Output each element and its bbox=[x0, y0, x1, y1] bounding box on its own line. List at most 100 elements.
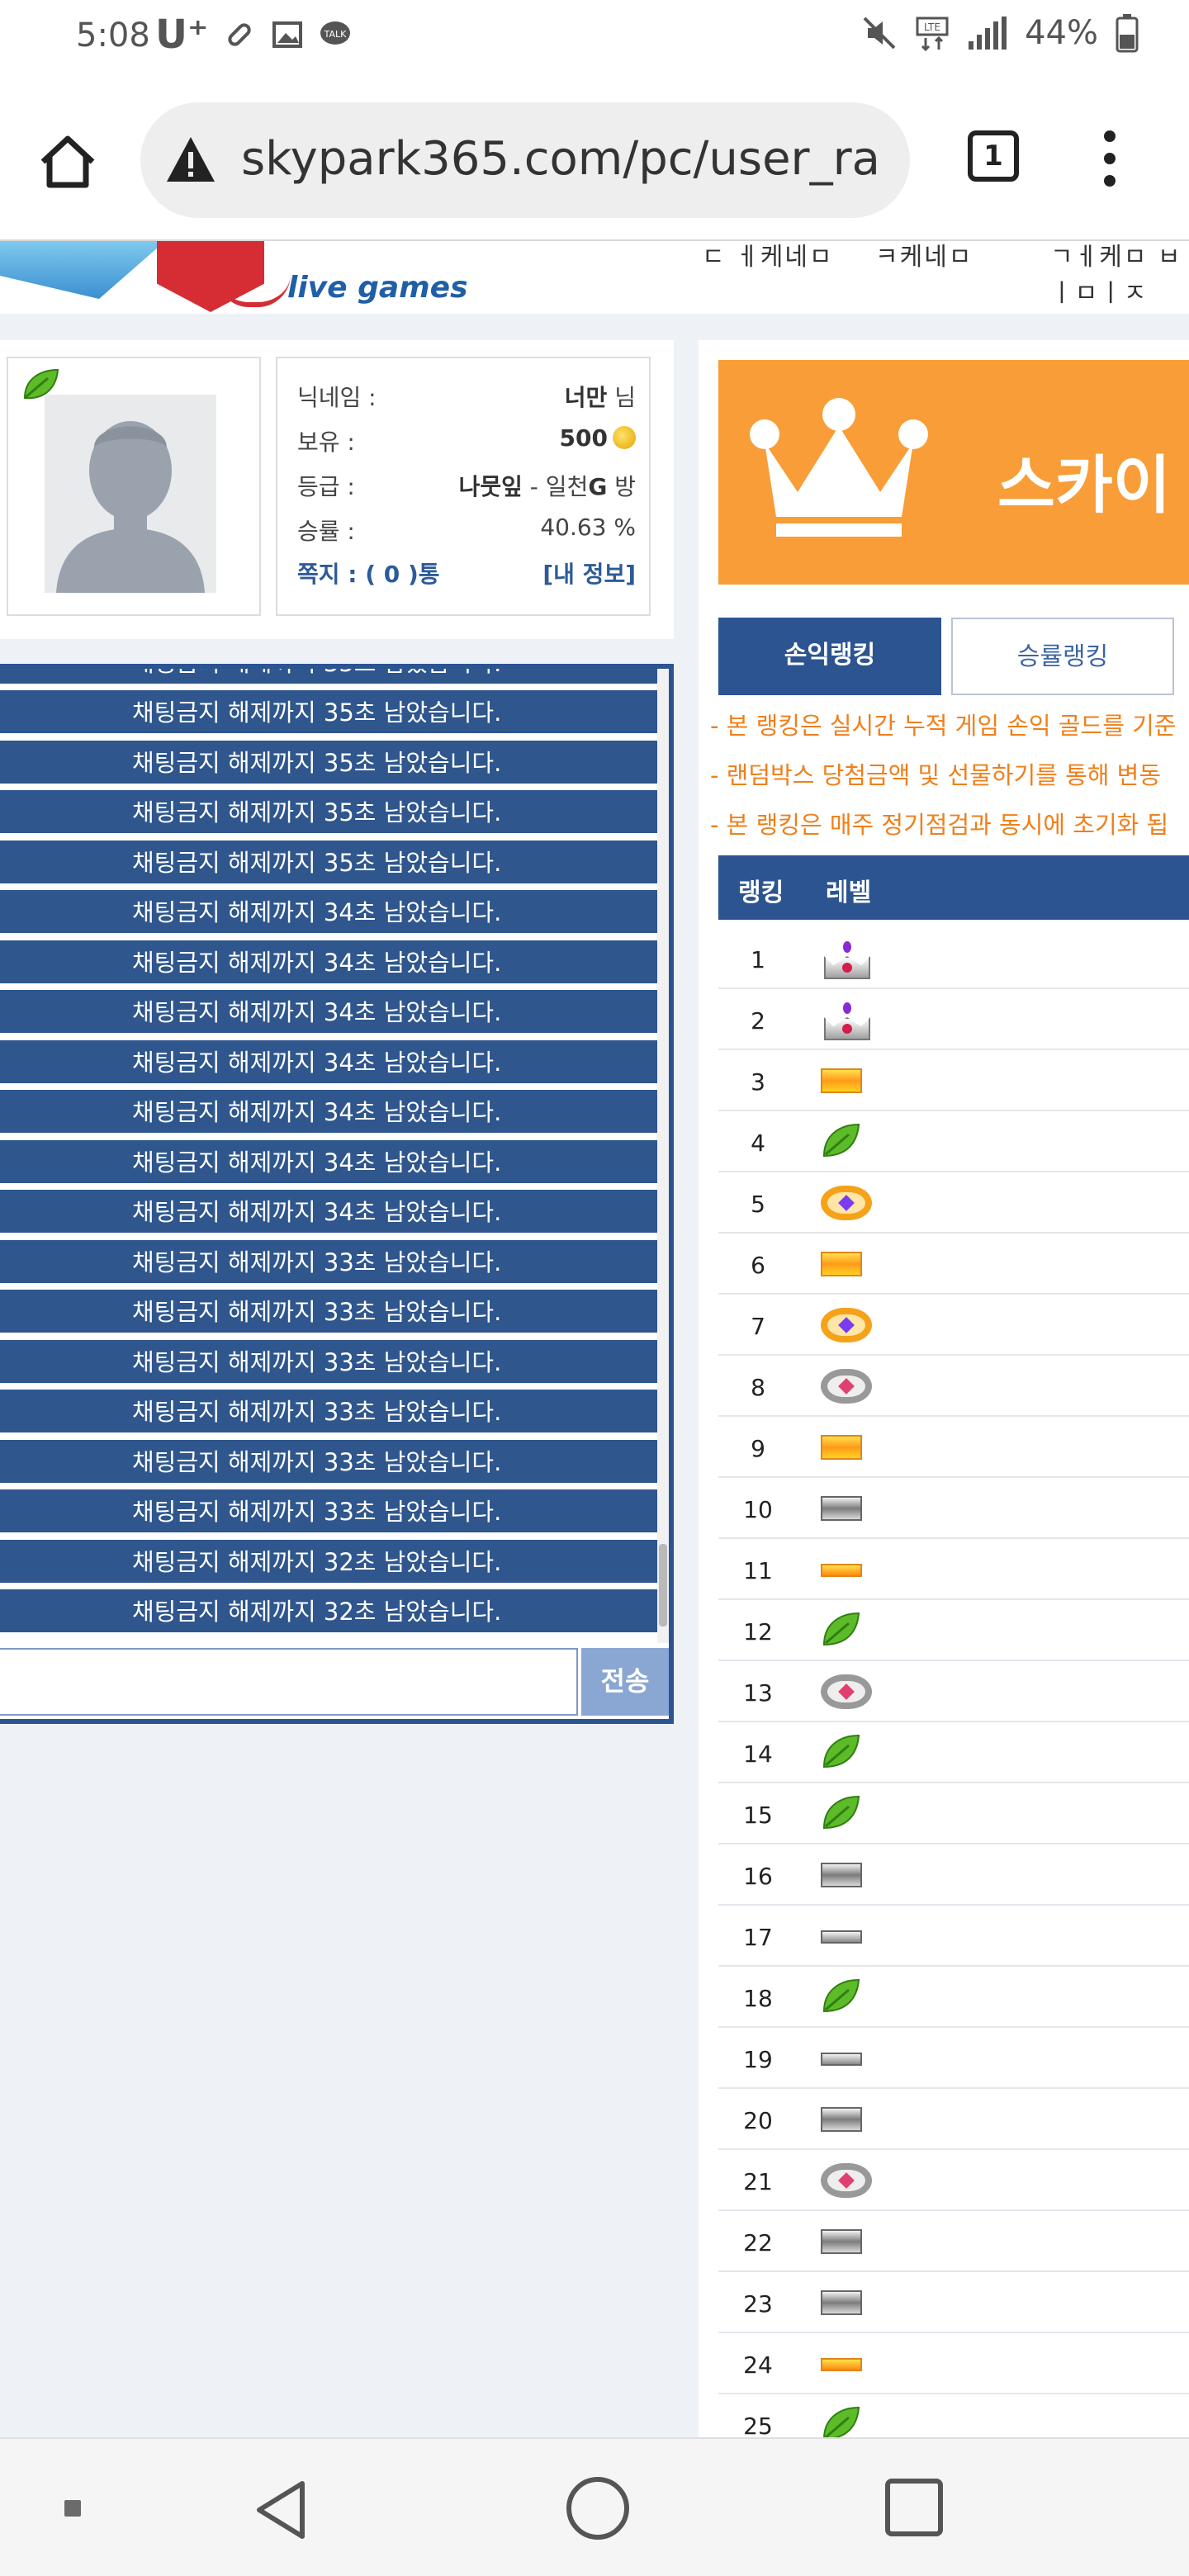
send-button[interactable]: 전송 bbox=[581, 1648, 669, 1716]
coin-icon bbox=[613, 426, 636, 449]
lte-icon: LTE bbox=[916, 17, 949, 51]
browser-toolbar: skypark365.com/pc/user_ra 1 bbox=[0, 79, 1189, 241]
user-info-box: 닉네임 : 너만 님 보유 : 500 등급 : 나뭇잎 - 일천G 방 승률 … bbox=[276, 357, 651, 616]
web-page: live games ㄷ ㅔ케네ㅁ ㅋ케네ㅁ ㄱㅔ케ㅁ ㅂㅣㅁㅣㅈ 닉네임 : … bbox=[0, 241, 1189, 2437]
message-link[interactable]: 쪽지 : ( 0 )통 bbox=[297, 556, 440, 590]
winrate-label: 승률 : bbox=[297, 518, 355, 545]
chat-message: 채팅금지 해제까지 34초 남았습니다. bbox=[0, 1139, 657, 1186]
home-icon[interactable] bbox=[36, 130, 99, 193]
holding-label: 보유 : bbox=[297, 429, 355, 456]
gold-ring-level-icon bbox=[821, 1182, 874, 1225]
url-text[interactable]: skypark365.com/pc/user_ra bbox=[241, 132, 893, 186]
more-menu-icon[interactable] bbox=[1093, 130, 1126, 197]
gold-ring-level-icon bbox=[821, 1305, 874, 1347]
nickname-value-wrap: 너만 님 bbox=[565, 380, 636, 413]
ranking-panel: 스카이 손익랭킹 승률랭킹 - 본 랭킹은 실시간 누적 게임 손익 골드를 기… bbox=[699, 340, 1189, 2437]
system-nav-bar bbox=[0, 2437, 1189, 2576]
signal-icon bbox=[969, 17, 1007, 50]
ranking-row: 7 bbox=[718, 1295, 1189, 1356]
recent-apps-icon[interactable] bbox=[885, 2479, 943, 2536]
ranking-row: 5 bbox=[718, 1172, 1189, 1234]
gold-thin-bar-level-icon bbox=[821, 1549, 874, 1592]
tab-profit-ranking[interactable]: 손익랭킹 bbox=[718, 618, 941, 695]
rank-number: 18 bbox=[743, 1985, 773, 2012]
ranking-note-1: - 본 랭킹은 실시간 누적 게임 손익 골드를 기준 bbox=[710, 712, 1177, 740]
rank-number: 15 bbox=[743, 1802, 773, 1829]
nickname-label: 닉네임 : bbox=[297, 384, 377, 411]
ranking-banner: 스카이 bbox=[718, 360, 1189, 585]
status-icons-right: LTE 44% bbox=[861, 13, 1139, 53]
nav-menu-dot-icon[interactable] bbox=[64, 2500, 81, 2517]
chat-message: 채팅금지 해제까지 33초 남았습니다. bbox=[0, 1390, 657, 1436]
crown-icon bbox=[750, 398, 928, 537]
rank-number: 17 bbox=[743, 1924, 773, 1951]
chat-message: 채팅금지 해제까지 34초 남았습니다. bbox=[0, 1039, 657, 1087]
rank-number: 19 bbox=[743, 2046, 773, 2073]
ranking-row: 20 bbox=[718, 2089, 1189, 2150]
back-icon[interactable] bbox=[248, 2477, 314, 2543]
address-bar[interactable]: skypark365.com/pc/user_ra bbox=[140, 102, 910, 218]
my-info-link[interactable]: [내 정보] bbox=[542, 556, 636, 590]
ranking-row: 21 bbox=[718, 2150, 1189, 2211]
talk-icon: TALK bbox=[320, 21, 351, 45]
chat-message: 채팅금지 해제까지 34초 남았습니다. bbox=[0, 890, 657, 936]
ranking-row: 9 bbox=[718, 1417, 1189, 1478]
leaf-level-icon bbox=[821, 1793, 874, 1836]
home-nav-icon[interactable] bbox=[566, 2477, 629, 2540]
rank-number: 8 bbox=[751, 1374, 765, 1401]
grade-extra-room: 방 bbox=[607, 473, 636, 500]
rank-number: 7 bbox=[751, 1313, 765, 1340]
grade-value: 나뭇잎 bbox=[458, 473, 523, 500]
chat-message: 채팅금지 해제까지 35초 남았습니다. bbox=[0, 740, 657, 787]
holding-row: 보유 : 500 bbox=[297, 424, 636, 457]
nickname-suffix: 님 bbox=[614, 384, 636, 411]
ranking-row: 1 bbox=[718, 928, 1189, 989]
ranking-row: 24 bbox=[718, 2333, 1189, 2394]
ranking-row: 12 bbox=[718, 1600, 1189, 1661]
grade-extra-g: G bbox=[588, 473, 608, 500]
chat-input[interactable] bbox=[0, 1648, 578, 1716]
chat-message-partial: 채팅금지 해제까지 35초 남았습니다. bbox=[0, 669, 657, 687]
svg-text:TALK: TALK bbox=[324, 29, 348, 40]
tab-switcher-button[interactable]: 1 bbox=[968, 130, 1019, 182]
ranking-row: 10 bbox=[718, 1478, 1189, 1539]
avatar-box bbox=[7, 357, 261, 616]
silver-bar-level-icon bbox=[821, 2099, 874, 2142]
chat-message-list[interactable]: 채팅금지 해제까지 35초 남았습니다. 채팅금지 해제까지 35초 남았습니다… bbox=[0, 669, 657, 1643]
ranking-row: 13 bbox=[718, 1661, 1189, 1722]
user-card: 닉네임 : 너만 님 보유 : 500 등급 : 나뭇잎 - 일천G 방 승률 … bbox=[0, 340, 674, 639]
silver-ring-level-icon bbox=[821, 1366, 874, 1409]
nav-link-3[interactable]: ㄱㅔ케ㅁ ㅂㅣㅁㅣㅈ bbox=[1050, 241, 1189, 309]
ranking-row: 19 bbox=[718, 2028, 1189, 2089]
nav-link-2[interactable]: ㅋ케네ㅁ bbox=[875, 241, 973, 272]
banner-title: 스카이 bbox=[997, 448, 1171, 522]
silver-bar-level-icon bbox=[821, 1488, 874, 1531]
col-rank: 랭킹 bbox=[738, 878, 784, 907]
leaf-level-icon bbox=[821, 1610, 874, 1653]
ranking-row: 6 bbox=[718, 1234, 1189, 1295]
rank-number: 13 bbox=[743, 1679, 773, 1707]
ranking-row: 3 bbox=[718, 1050, 1189, 1111]
winrate-value: 40.63 % bbox=[540, 514, 636, 541]
crown-level-icon bbox=[821, 999, 874, 1042]
warning-icon[interactable] bbox=[165, 135, 216, 183]
rank-number: 16 bbox=[743, 1863, 773, 1890]
nav-link-1[interactable]: ㄷ ㅔ케네ㅁ bbox=[702, 241, 834, 272]
gold-thin-bar-level-icon bbox=[821, 2343, 874, 2386]
rank-number: 5 bbox=[751, 1191, 765, 1218]
rank-number: 2 bbox=[751, 1007, 765, 1035]
ranking-row: 2 bbox=[718, 989, 1189, 1050]
col-level: 레벨 bbox=[826, 878, 872, 907]
chat-message: 채팅금지 해제까지 35초 남았습니다. bbox=[0, 790, 657, 836]
chat-scrollbar[interactable] bbox=[657, 669, 669, 1643]
grade-value-wrap: 나뭇잎 - 일천G 방 bbox=[459, 469, 636, 502]
crown-level-icon bbox=[821, 938, 874, 981]
chat-scrollbar-thumb[interactable] bbox=[659, 1544, 667, 1627]
logo-text[interactable]: live games bbox=[287, 271, 468, 305]
rank-number: 1 bbox=[751, 946, 765, 973]
leaf-level-icon bbox=[821, 1732, 874, 1775]
silver-bar-level-icon bbox=[821, 2221, 874, 2264]
rank-number: 3 bbox=[751, 1068, 765, 1096]
silver-ring-level-icon bbox=[821, 1671, 874, 1714]
tab-winrate-ranking[interactable]: 승률랭킹 bbox=[951, 618, 1174, 695]
